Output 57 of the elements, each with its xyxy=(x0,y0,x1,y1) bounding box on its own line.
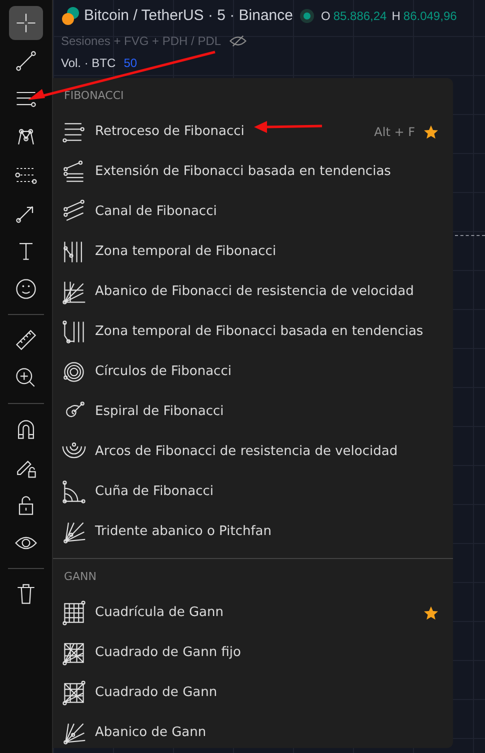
menu-item[interactable]: Cuadrícula de Gann xyxy=(53,593,453,633)
menu-item-label: Espiral de Fibonacci xyxy=(95,403,224,422)
menu-item[interactable]: Abanico de Gann xyxy=(53,713,453,753)
section-title: FIBONACCI xyxy=(63,88,125,104)
ohlc-label: H xyxy=(392,8,400,26)
menu-item-label: Extensión de Fibonacci basada en tendencias xyxy=(95,163,391,182)
ruler-icon xyxy=(13,327,39,353)
menu-item[interactable]: Extensión de Fibonacci basada en tendencias xyxy=(53,152,453,192)
emoji-icon xyxy=(13,276,39,302)
speed-fan-icon xyxy=(61,279,87,305)
favorite-star-icon[interactable] xyxy=(423,124,439,140)
menu-item-label: Cuadrado de Gann xyxy=(95,684,218,702)
grid-icon xyxy=(61,600,87,626)
menu-item-label: Arcos de Fibonacci de resistencia de velocidad xyxy=(95,443,398,462)
menu-item[interactable]: Canal de Fibonacci xyxy=(53,192,453,232)
gann-square-icon xyxy=(61,680,87,706)
menu-item-label: Retroceso de Fibonacci xyxy=(95,123,244,142)
menu-item[interactable]: Tridente abanico o Pitchfan xyxy=(53,512,453,552)
trend-line-icon xyxy=(13,48,39,74)
menu-item-label: Canal de Fibonacci xyxy=(95,203,217,222)
menu-item[interactable]: Arcos de Fibonacci de resistencia de velocidad xyxy=(53,432,453,472)
wedge-icon xyxy=(61,479,87,505)
menu-item[interactable]: Cuadrado de Gann xyxy=(53,673,453,713)
ohlc-value: 86.049,96 xyxy=(403,8,457,26)
menu-item-label: Cuña de Fibonacci xyxy=(95,483,214,502)
volume-value: 50 xyxy=(124,54,138,72)
menu-item-label: Abanico de Gann xyxy=(95,724,206,742)
menu-item-label: Cuadrado de Gann fijo xyxy=(95,644,241,662)
volume-label: Vol. · BTC xyxy=(61,54,116,72)
coin-icon xyxy=(61,6,81,26)
gann-square-icon xyxy=(61,640,87,666)
status-dot-icon xyxy=(300,8,314,24)
trend-time-icon xyxy=(61,319,87,345)
section-title: GANN xyxy=(63,569,98,585)
menu-item-label: Círculos de Fibonacci xyxy=(95,363,232,382)
ohlc-value: 85.886,24 xyxy=(333,8,387,26)
crosshair-tool-button[interactable] xyxy=(9,6,43,40)
circles-icon xyxy=(61,359,87,385)
menu-item[interactable]: Retroceso de Fibonacci Alt + F xyxy=(53,112,453,152)
menu-item[interactable]: Cuña de Fibonacci xyxy=(53,472,453,512)
ohlc-label: O xyxy=(321,8,330,26)
menu-item[interactable]: Zona temporal de Fibonacci basada en tendencias xyxy=(53,312,453,352)
symbol-title[interactable]: Bitcoin / TetherUS · 5 · Binance xyxy=(84,5,293,28)
favorite-star-icon[interactable] xyxy=(423,605,439,621)
menu-item-label: Zona temporal de Fibonacci basada en tendencias xyxy=(95,323,424,342)
menu-item[interactable]: Zona temporal de Fibonacci xyxy=(53,232,453,272)
menu-item-label: Tridente abanico o Pitchfan xyxy=(95,523,272,542)
menu-item-label: Abanico de Fibonacci de resistencia de velocidad xyxy=(95,283,414,302)
menu-item-label: Cuadrícula de Gann xyxy=(95,604,224,622)
menu-item[interactable]: Cuadrado de Gann fijo xyxy=(53,633,453,673)
annotation-arrow xyxy=(254,121,322,133)
menu-item-label: Zona temporal de Fibonacci xyxy=(95,243,276,262)
menu-item[interactable]: Espiral de Fibonacci xyxy=(53,392,453,432)
eye-hidden-icon[interactable] xyxy=(229,34,248,48)
shortcut-label: Alt + F xyxy=(374,124,415,141)
menu-item[interactable]: Círculos de Fibonacci xyxy=(53,352,453,392)
menu-item[interactable]: Abanico de Fibonacci de resistencia de velocidad xyxy=(53,272,453,312)
